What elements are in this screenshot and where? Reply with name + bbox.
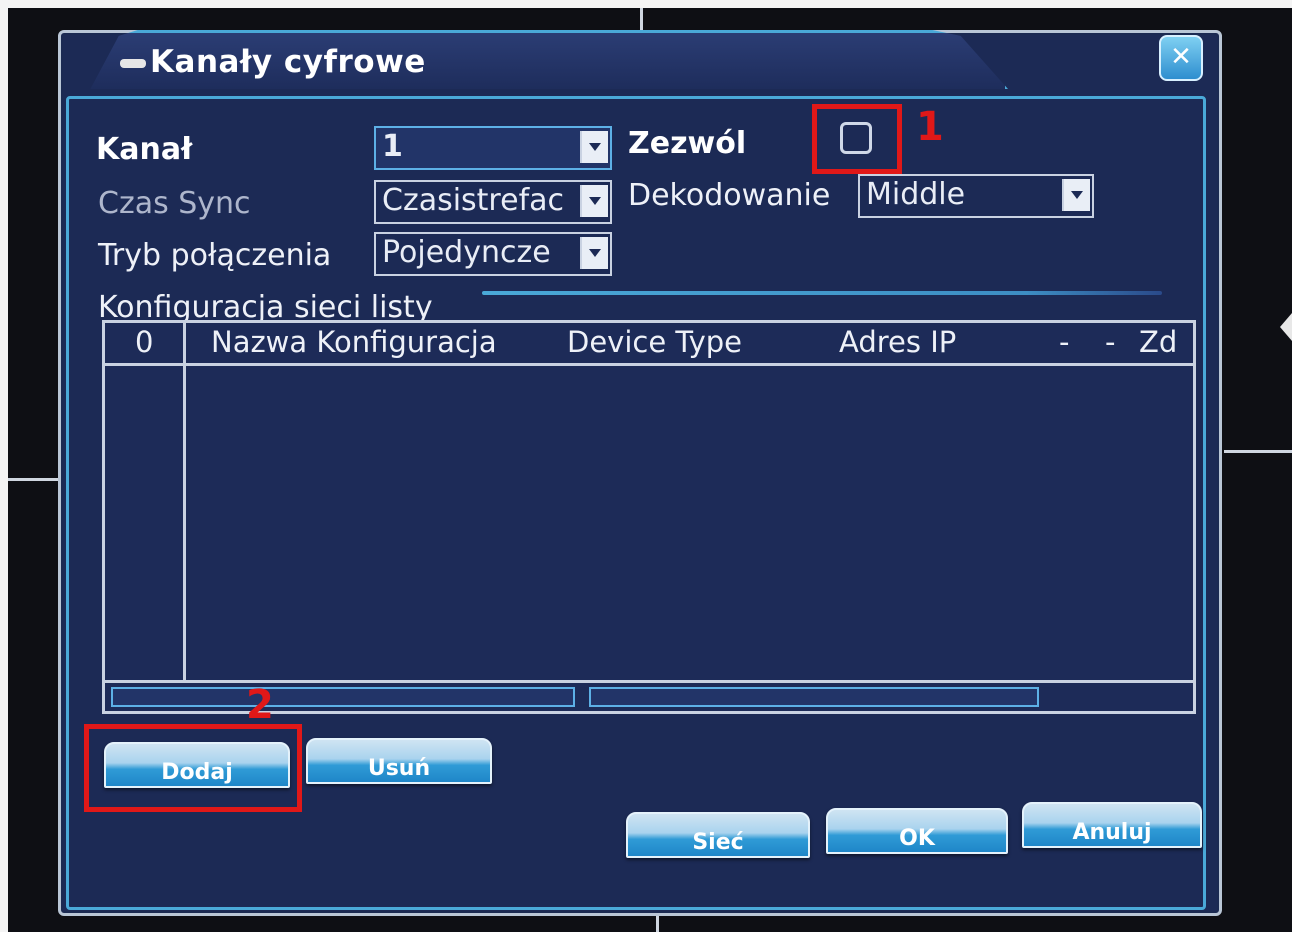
video-grid-line bbox=[1224, 450, 1292, 453]
mouse-pointer-icon bbox=[1280, 313, 1292, 341]
network-button[interactable]: Sieć bbox=[626, 812, 810, 858]
annotation-box-2 bbox=[84, 724, 302, 812]
scrollbar-thumb[interactable] bbox=[111, 687, 575, 707]
column-truncated: Zd bbox=[1139, 325, 1178, 359]
x-close-icon: ✕ bbox=[1170, 42, 1192, 72]
column-separator bbox=[183, 323, 186, 711]
chevron-down-icon[interactable] bbox=[580, 185, 608, 217]
column-ip-address: Adres IP bbox=[839, 325, 957, 359]
annotation-number-2: 2 bbox=[246, 682, 274, 728]
title-icon bbox=[120, 59, 146, 68]
sync-value: Czasistrefac bbox=[382, 183, 565, 218]
column-device-type: Device Type bbox=[567, 325, 743, 359]
scrollbar-thumb[interactable] bbox=[589, 687, 1039, 707]
decode-label: Dekodowanie bbox=[628, 178, 831, 213]
connection-mode-label: Tryb połączenia bbox=[98, 238, 332, 273]
chevron-down-icon[interactable] bbox=[580, 237, 608, 269]
ok-button[interactable]: OK bbox=[826, 808, 1008, 854]
network-config-table[interactable]: 0 Nazwa Konfiguracja Device Type Adres I… bbox=[102, 320, 1196, 714]
connection-mode-select[interactable]: Pojedyncze bbox=[374, 232, 612, 276]
column-index: 0 bbox=[135, 325, 154, 359]
column-dash-2: - bbox=[1105, 325, 1116, 359]
channel-label: Kanał bbox=[96, 132, 193, 167]
annotation-number-1: 1 bbox=[916, 104, 944, 150]
chevron-down-icon[interactable] bbox=[1062, 179, 1090, 211]
enable-label: Zezwól bbox=[628, 126, 747, 161]
cancel-button[interactable]: Anuluj bbox=[1022, 802, 1202, 848]
sync-label: Czas Sync bbox=[98, 186, 251, 221]
close-button[interactable]: ✕ bbox=[1159, 35, 1203, 81]
column-dash-1: - bbox=[1059, 325, 1070, 359]
connection-mode-value: Pojedyncze bbox=[382, 235, 551, 270]
window-title: Kanały cyfrowe bbox=[120, 44, 426, 80]
decode-value: Middle bbox=[866, 177, 966, 212]
channel-select[interactable]: 1 bbox=[374, 126, 612, 170]
delete-button[interactable]: Usuń bbox=[306, 738, 492, 784]
annotation-box-1 bbox=[812, 104, 902, 174]
channel-value: 1 bbox=[382, 129, 403, 164]
column-config-name: Nazwa Konfiguracja bbox=[211, 325, 497, 359]
chevron-down-icon[interactable] bbox=[580, 131, 608, 163]
sync-select[interactable]: Czasistrefac bbox=[374, 180, 612, 224]
table-header: 0 Nazwa Konfiguracja Device Type Adres I… bbox=[105, 323, 1193, 366]
section-divider bbox=[482, 291, 1162, 295]
decode-select[interactable]: Middle bbox=[858, 174, 1094, 218]
